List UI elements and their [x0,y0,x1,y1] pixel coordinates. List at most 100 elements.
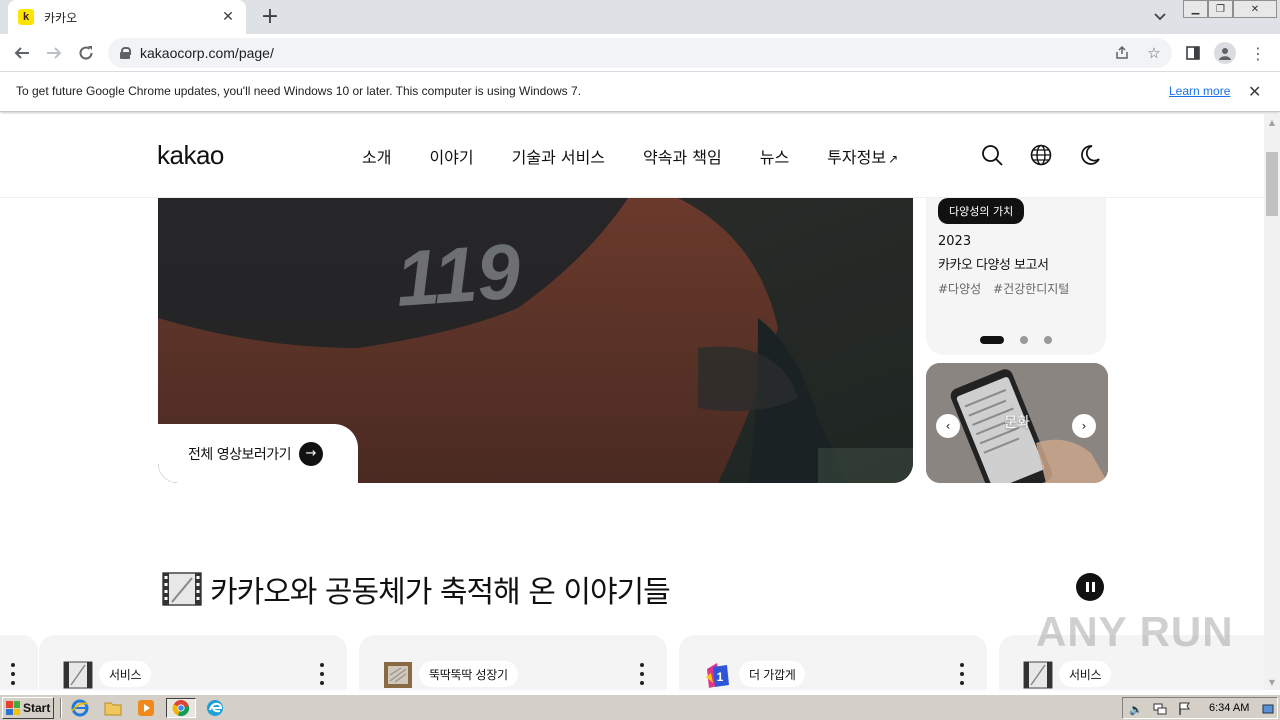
profile-avatar-icon[interactable] [1213,41,1237,65]
nav-item-tech-services[interactable]: 기술과 서비스 [512,144,605,168]
anyrun-watermark: ANY RUN [1036,608,1234,655]
svg-text:1: 1 [717,670,724,684]
hero-cta-label: 전체 영상보러가기 [188,446,292,463]
page-scrollbar[interactable]: ▲ ▼ [1264,114,1280,690]
nav-item-responsibility[interactable]: 약속과 책임 [643,144,722,168]
nav-item-investors-label: 투자정보 [827,148,887,167]
story-category-tag: 서비스 [1059,661,1112,687]
culture-card[interactable]: 문화 ‹ › [926,363,1108,483]
bookmark-star-icon[interactable]: ☆ [1142,38,1166,68]
address-bar[interactable]: kakaocorp.com/page/ ☆ [108,38,1172,68]
minimize-window-button[interactable]: ▁ [1183,0,1208,18]
system-tray: 🔈 6:34 AM [1122,697,1278,719]
news-card[interactable]: 다양성의 가치 2023 카카오 다양성 보고서 #다양성 #건강한디지털 [926,198,1106,355]
chrome-taskbar-icon[interactable] [166,698,196,718]
share-icon[interactable] [1110,38,1134,68]
external-link-icon: ↗ [888,152,899,166]
carousel-dot-active[interactable] [980,336,1004,344]
more-options-icon[interactable] [639,663,645,685]
story-category-tag: 뚝딱뚝딱 성장기 [419,661,518,687]
hero-cta-button[interactable]: 전체 영상보러가기 → [158,424,358,483]
hero-video[interactable]: 119 전체 영상보러가기 → [158,198,913,483]
chevron-left-icon[interactable]: ‹ [936,414,960,438]
globe-language-icon[interactable] [1028,142,1054,168]
main-navigation: 소개 이야기 기술과 서비스 약속과 책임 뉴스 투자정보 ↗ [362,144,936,168]
stories-heading: 카카오와 공동체가 축적해 온 이야기들 [210,575,671,610]
kakao-favicon-icon: k [18,9,34,25]
dark-mode-moon-icon[interactable] [1077,142,1103,168]
hero-jacket-text: 119 [393,226,524,323]
chevron-right-icon[interactable]: › [1072,414,1096,438]
site-header: kakao 소개 이야기 기술과 서비스 약속과 책임 뉴스 투자정보 ↗ [0,114,1264,198]
film-icon [1023,661,1053,689]
story-category-tag: 서비스 [99,661,152,687]
browser-toolbar: kakaocorp.com/page/ ☆ ⋮ [0,34,1280,72]
learn-more-link[interactable]: Learn more [1169,84,1230,98]
infobar-close-icon[interactable]: ✕ [1248,82,1261,101]
story-category-tag: 더 가깝게 [739,661,806,687]
more-options-icon[interactable] [319,663,325,685]
film-icon [63,661,93,689]
more-options-icon[interactable] [10,663,16,685]
tab-title: 카카오 [44,10,78,25]
infobar-message: To get future Google Chrome updates, you… [16,84,582,98]
stories-section-title: 카카오와 공동체가 축적해 온 이야기들 [162,567,671,611]
speaker-volume-icon[interactable]: 🔈 [1129,702,1143,716]
nav-item-stories[interactable]: 이야기 [429,144,473,168]
nav-item-about[interactable]: 소개 [362,144,391,168]
story-card[interactable]: 1 더 가깝게 [679,635,987,690]
film-frames-icon [162,572,202,606]
new-tab-button[interactable]: + [258,5,282,29]
windows-flag-icon [6,701,20,715]
taskbar-clock: 6:34 AM [1209,702,1250,714]
news-badge: 다양성의 가치 [938,198,1025,224]
file-explorer-icon[interactable] [101,698,125,718]
arrow-right-icon: → [299,441,323,466]
action-center-flag-icon[interactable] [1177,702,1191,716]
forward-arrow-icon[interactable] [42,41,66,65]
story-card[interactable]: 뚝딱뚝딱 성장기 [359,635,667,690]
lock-icon[interactable] [120,47,131,59]
media-player-icon[interactable] [134,698,158,718]
picture-frame-icon [384,662,412,688]
back-arrow-icon[interactable] [10,41,34,65]
news-year: 2023 [938,234,972,249]
reload-icon[interactable] [74,41,98,65]
menu-kebab-icon[interactable]: ⋮ [1246,41,1270,65]
story-card[interactable]: 서비스 [39,635,347,690]
kakao-logo[interactable]: kakao [157,140,224,171]
carousel-dot[interactable] [1020,336,1028,344]
carousel-dot[interactable] [1044,336,1052,344]
news-tag[interactable]: #다양성 [938,282,981,296]
side-panel-icon[interactable] [1181,41,1205,65]
internet-explorer-icon[interactable] [68,698,92,718]
start-label: Start [23,701,51,715]
news-title: 카카오 다양성 보고서 [938,258,1049,273]
tab-close-icon[interactable]: ✕ [220,9,236,25]
scrollbar-thumb[interactable] [1266,152,1278,216]
nav-item-news[interactable]: 뉴스 [760,144,789,168]
number-one-badge-icon: 1 [706,663,729,688]
tab-search-chevron-icon[interactable] [1150,8,1170,26]
windows-taskbar: Start 🔈 6:34 AM [0,694,1280,720]
taskbar-separator [60,698,62,718]
network-icon[interactable] [1153,702,1167,716]
nav-item-investors[interactable]: 투자정보 ↗ [827,144,898,168]
show-desktop-icon[interactable] [1261,702,1275,716]
more-options-icon[interactable] [959,663,965,685]
browser-tab[interactable]: k 카카오 ✕ [8,0,246,34]
pause-button[interactable] [1076,573,1104,601]
news-tag[interactable]: #건강한디지털 [993,282,1069,296]
search-icon[interactable] [979,142,1005,168]
news-tags: #다양성 #건강한디지털 [938,280,1077,297]
edge-icon[interactable] [203,698,227,718]
carousel-indicator [980,336,1052,344]
close-window-button[interactable]: ✕ [1233,0,1277,18]
page-viewport: kakao 소개 이야기 기술과 서비스 약속과 책임 뉴스 투자정보 ↗ 11… [0,114,1264,690]
scroll-up-arrow-icon[interactable]: ▲ [1264,114,1280,130]
start-button[interactable]: Start [2,697,54,719]
story-card-partial[interactable] [0,635,38,690]
restore-window-button[interactable]: ❐ [1208,0,1233,18]
url-text: kakaocorp.com/page/ [140,45,274,61]
scroll-down-arrow-icon[interactable]: ▼ [1264,674,1280,690]
